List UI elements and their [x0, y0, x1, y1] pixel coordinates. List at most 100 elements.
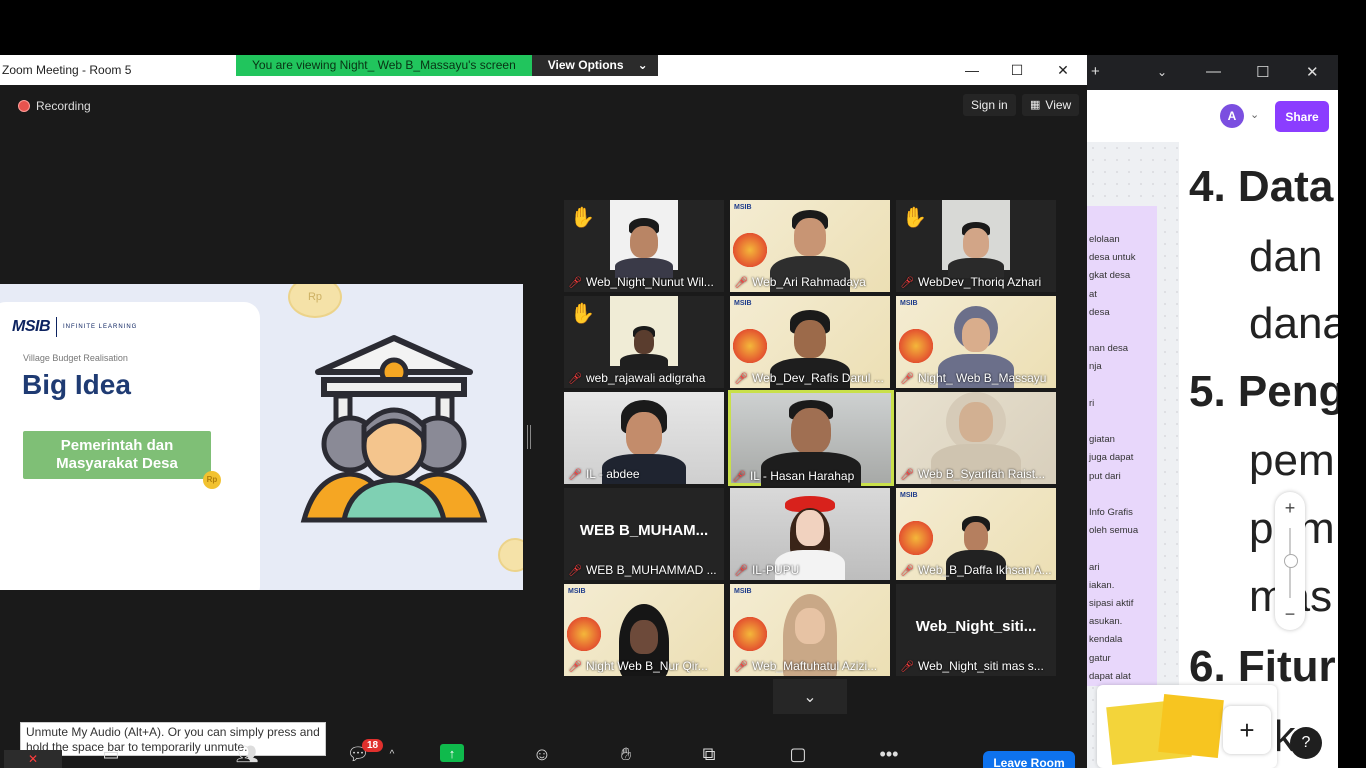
unmute-button[interactable]: ✕: [4, 750, 62, 768]
participant-tile[interactable]: 🎤︎ IL - abdee: [564, 392, 724, 484]
document-line: dana: [1249, 299, 1338, 348]
browser-window: + ⌄ — ☐ ✕ A ⌄ Share elolaan desa untuk gka…: [1087, 55, 1338, 768]
chevron-down-icon[interactable]: ⌄: [1250, 108, 1259, 121]
raised-hand-icon: ✋: [570, 207, 595, 229]
page-thumbnail[interactable]: [1158, 694, 1224, 758]
slide-subtitle: Village Budget Realisation: [23, 353, 128, 363]
gallery-next-page-button[interactable]: ⌄: [773, 679, 847, 714]
participants-button[interactable]: 👥︎: [232, 740, 262, 768]
participant-tile[interactable]: ✋ 🎤︎ web_rajawali adigraha: [564, 296, 724, 388]
reactions-button[interactable]: ☺: [527, 740, 557, 768]
participant-tile[interactable]: MSIB 🎤︎ Web_Dev_Rafis Darul ...: [730, 296, 890, 388]
lion-decoration: [730, 326, 770, 366]
zoom-knob[interactable]: [1284, 554, 1298, 568]
zoom-slider[interactable]: + −: [1275, 492, 1305, 630]
rp-coin-icon: Rp: [203, 471, 221, 489]
participant-name-text: web_rajawali adigraha: [585, 371, 706, 385]
new-tab-icon[interactable]: +: [1091, 63, 1100, 80]
editor-canvas[interactable]: elolaan desa untuk gkat desa at desa nan desa…: [1087, 142, 1338, 768]
minimize-icon[interactable]: —: [960, 59, 984, 81]
muted-mic-icon: 🎤︎: [734, 660, 748, 673]
document-line: 5. Peng: [1189, 367, 1338, 416]
participant-tile[interactable]: ✋ 🎤︎ WebDev_Thoriq Azhari: [896, 200, 1056, 292]
participant-tile[interactable]: MSIB 🎤︎ Night_ Web B_Massayu: [896, 296, 1056, 388]
leave-room-button[interactable]: Leave Room: [983, 751, 1075, 768]
participant-name-text: Web_Night_siti mas s...: [917, 659, 1044, 673]
msib-logo: MSIB INFINITE LEARNING: [12, 317, 137, 337]
participant-name: 🎤︎ Web_Maftuhatul Azizi...: [734, 659, 886, 673]
add-page-button[interactable]: +: [1223, 706, 1271, 754]
sticky-note-line: dapat alat: [1089, 670, 1131, 682]
share-screen-button[interactable]: ↑: [440, 744, 464, 762]
help-button[interactable]: ?: [1290, 727, 1322, 759]
view-options-button[interactable]: View Options ⌄: [531, 55, 658, 76]
document-page[interactable]: 4. Datadandana5. Pengpempemmas6. Fiturek…: [1179, 142, 1338, 768]
apps-button[interactable]: ⧉: [694, 740, 724, 768]
sticky-note-line: desa untuk: [1089, 252, 1136, 264]
participant-tile[interactable]: ✋ 🎤︎ Web_Night_Nunut Wil...: [564, 200, 724, 292]
logo-brand: MSIB: [12, 318, 51, 335]
participant-name: 🎤︎ Web_B_Daffa Ikhsan A...: [900, 563, 1052, 577]
participant-tile-active-speaker[interactable]: 🎤︎ IL - Hasan Harahap: [728, 390, 894, 486]
zoom-out-icon[interactable]: −: [1275, 604, 1305, 625]
sticky-note[interactable]: elolaan desa untuk gkat desa at desa nan desa…: [1087, 206, 1157, 686]
participant-tile[interactable]: MSIB 🎤︎ Night Web B_Nur Qir...: [564, 584, 724, 676]
participant-name-text: Web_Maftuhatul Azizi...: [751, 659, 878, 673]
slide-title: Big Idea: [22, 369, 131, 400]
participant-name-text: Web_Dev_Rafis Darul ...: [751, 371, 884, 385]
maximize-icon[interactable]: ☐: [1256, 63, 1269, 81]
participant-tile[interactable]: 🎤︎ Web B_Syarifah Raist...: [896, 392, 1056, 484]
share-button[interactable]: Share: [1275, 101, 1329, 132]
coin-decoration: Rp: [288, 284, 342, 318]
whiteboard-button[interactable]: ▢: [783, 740, 813, 768]
grid-icon: ▦: [1030, 99, 1041, 111]
participant-tile[interactable]: WEB B_MUHAM... 🎤︎ WEB B_MUHAMMAD ...: [564, 488, 724, 580]
muted-mic-icon: 🎤︎: [568, 468, 582, 481]
hand-icon: ✋︎: [620, 743, 632, 764]
muted-mic-icon: 🎤︎: [734, 564, 748, 577]
close-icon[interactable]: ✕: [1051, 59, 1075, 81]
user-avatar[interactable]: A: [1220, 104, 1244, 128]
participant-name-text: WebDev_Thoriq Azhari: [917, 275, 1042, 289]
sticky-note-line: sipasi aktif: [1089, 598, 1134, 609]
meeting-topbar: Recording Sign in ▦ View: [0, 85, 1087, 125]
split-divider[interactable]: [527, 425, 531, 449]
recording-indicator[interactable]: Recording: [18, 99, 91, 113]
emoji-add-icon: ☺: [532, 743, 552, 764]
sticky-note-line: oleh semua: [1089, 525, 1139, 537]
lion-decoration: [564, 614, 604, 654]
participant-name-text: Web B_Syarifah Raist...: [917, 467, 1046, 481]
sticky-note-line: elolaan: [1089, 234, 1120, 245]
start-video-button[interactable]: ▭: [96, 740, 126, 768]
participant-tile[interactable]: 🎤︎ IL-PUPU: [730, 488, 890, 580]
sticky-note-line: Info Grafis: [1089, 507, 1133, 518]
participant-tile[interactable]: Web_Night_siti... 🎤︎ Web_Night_siti mas s…: [896, 584, 1056, 676]
msib-logo: MSIB: [734, 588, 752, 595]
zoom-in-icon[interactable]: +: [1275, 498, 1305, 519]
tab-search-icon[interactable]: ⌄: [1157, 65, 1167, 79]
sticky-note-line: at: [1089, 288, 1097, 300]
participant-tile[interactable]: MSIB 🎤︎ Web_Ari Rahmadaya: [730, 200, 890, 292]
chat-options-caret[interactable]: ^: [377, 740, 407, 768]
sticky-note-line: kendala: [1089, 634, 1123, 646]
arrow-up-icon: ↑: [448, 745, 456, 761]
participant-tile[interactable]: MSIB 🎤︎ Web_Maftuhatul Azizi...: [730, 584, 890, 676]
whiteboard-icon: ▢: [789, 743, 807, 764]
view-button[interactable]: ▦ View: [1022, 94, 1080, 116]
participant-name: 🎤︎ WEB B_MUHAMMAD ...: [568, 563, 720, 577]
raise-hand-button[interactable]: ✋︎: [611, 740, 641, 768]
muted-mic-icon: 🎤︎: [900, 660, 914, 673]
recording-label: Recording: [36, 99, 91, 113]
minimize-icon[interactable]: —: [1206, 63, 1221, 80]
shared-screen[interactable]: Rp MSIB INFINITE LEARNING Village Budget…: [0, 284, 523, 590]
editor-header: A ⌄ Share: [1087, 90, 1338, 142]
sign-in-button[interactable]: Sign in: [963, 94, 1016, 116]
participant-tile[interactable]: MSIB 🎤︎ Web_B_Daffa Ikhsan A...: [896, 488, 1056, 580]
participant-name-text: Night Web B_Nur Qir...: [585, 659, 708, 673]
plus-icon: +: [1239, 714, 1255, 745]
slide-label-box: Pemerintah dan Masyarakat Desa Rp: [23, 431, 221, 489]
sticky-note-line: giatan: [1089, 434, 1115, 446]
maximize-icon[interactable]: ☐: [1005, 59, 1029, 81]
close-icon[interactable]: ✕: [1306, 63, 1319, 81]
more-button[interactable]: •••: [874, 740, 904, 768]
